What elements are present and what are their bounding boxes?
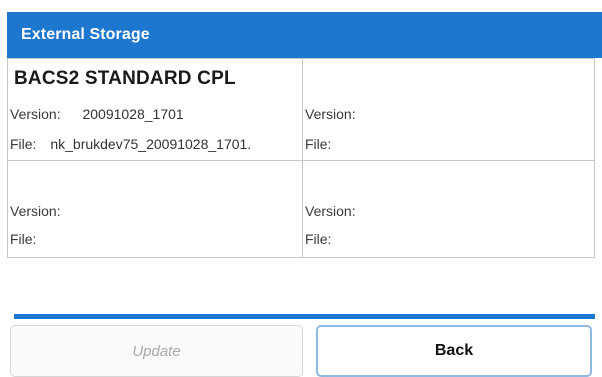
slot-file-label: File: bbox=[10, 231, 37, 247]
slot-file-row: File: bbox=[10, 231, 46, 247]
slot-file-row: File: bbox=[305, 231, 341, 247]
slot-version-row: Version: bbox=[305, 203, 374, 219]
slot-version-label: Version: bbox=[305, 203, 356, 219]
window-title: External Storage bbox=[21, 26, 150, 43]
storage-slot-4[interactable]: Version: File: bbox=[302, 160, 595, 258]
update-button[interactable]: Update bbox=[10, 325, 303, 377]
slot-file-label: File: bbox=[305, 231, 332, 247]
title-bar: External Storage bbox=[7, 12, 602, 58]
storage-slot-3[interactable]: Version: File: bbox=[7, 160, 302, 258]
back-button[interactable]: Back bbox=[316, 325, 592, 377]
storage-slot-grid: BACS2 STANDARD CPL Version: 20091028_170… bbox=[7, 58, 595, 258]
slot-version-row: Version: bbox=[10, 203, 79, 219]
slot-version-label: Version: bbox=[10, 203, 61, 219]
slot-version-value: 20091028_1701 bbox=[82, 106, 184, 122]
slot-title: BACS2 STANDARD CPL bbox=[14, 68, 236, 89]
slot-file-row: File: bbox=[305, 136, 341, 152]
slot-file-label: File: bbox=[305, 136, 332, 152]
storage-slot-2[interactable]: Version: File: bbox=[302, 58, 595, 160]
slot-version-row: Version: 20091028_1701 bbox=[10, 106, 184, 122]
storage-slot-1[interactable]: BACS2 STANDARD CPL Version: 20091028_170… bbox=[7, 58, 302, 160]
button-bar-divider bbox=[14, 314, 595, 319]
slot-file-label: File: bbox=[10, 136, 37, 152]
slot-file-value: nk_brukdev75_20091028_1701. bbox=[50, 136, 252, 152]
slot-version-row: Version: bbox=[305, 106, 374, 122]
slot-version-label: Version: bbox=[10, 106, 61, 122]
slot-file-row: File: nk_brukdev75_20091028_1701. bbox=[10, 136, 251, 152]
slot-version-label: Version: bbox=[305, 106, 356, 122]
